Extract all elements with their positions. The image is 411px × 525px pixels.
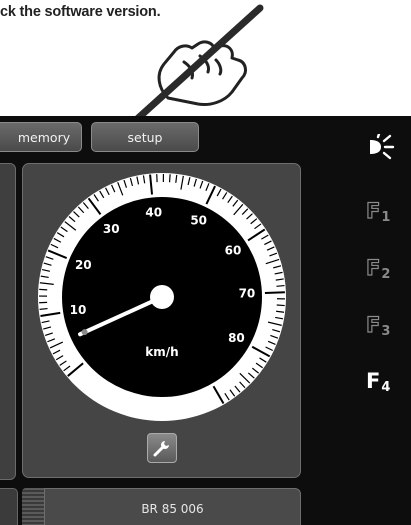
gauge-hub: [150, 285, 174, 309]
gauge-tick: [276, 304, 285, 307]
function-key-f4-letter: F: [366, 369, 381, 393]
gauge-label: 70: [239, 287, 256, 301]
function-key-f3[interactable]: F3: [365, 313, 391, 339]
function-key-f3-letter: F: [365, 313, 381, 337]
device-screen: memory setup 10 20 30 40 50 60 70 80 km/h BR 85…: [0, 116, 411, 525]
left-side-panel: [0, 163, 16, 480]
wrench-icon: [153, 441, 169, 457]
loco-grille-icon: [22, 488, 44, 525]
speedometer-gauge: 10 20 30 40 50 60 70 80 km/h: [38, 173, 286, 421]
gauge-label: 80: [228, 331, 245, 345]
settings-button[interactable]: [147, 433, 177, 463]
hand-pen-icon: [132, 4, 264, 120]
gauge-label: 50: [190, 213, 207, 227]
speedometer-panel: 10 20 30 40 50 60 70 80 km/h: [22, 163, 301, 478]
gauge-label: 20: [75, 258, 92, 272]
loco-name-bar[interactable]: BR 85 006: [44, 488, 301, 525]
gauge-tick: [39, 307, 48, 310]
tab-memory-label: memory: [17, 129, 71, 145]
gauge-label: 30: [103, 222, 120, 236]
gauge-tick: [168, 174, 171, 183]
function-key-f3-number: 3: [381, 324, 391, 339]
gauge-label: 40: [145, 205, 162, 219]
tab-setup-label: setup: [127, 129, 163, 145]
function-key-f1[interactable]: F1: [365, 199, 391, 225]
tab-setup[interactable]: setup: [91, 122, 199, 152]
tab-memory[interactable]: memory: [0, 122, 82, 152]
gauge-label: 60: [225, 243, 242, 257]
gauge-unit-label: km/h: [145, 345, 178, 359]
gauge-label: 10: [70, 303, 87, 317]
function-key-f1-letter: F: [365, 199, 381, 223]
bottom-left-panel: [0, 488, 18, 525]
loco-name: BR 85 006: [141, 502, 204, 516]
function-key-f4[interactable]: F4: [366, 369, 391, 395]
function-key-f2[interactable]: F2: [365, 256, 391, 282]
gauge-tick: [264, 291, 285, 295]
headlight-icon[interactable]: [368, 134, 396, 160]
function-key-f4-number: 4: [381, 380, 391, 395]
function-key-f2-letter: F: [365, 256, 381, 280]
gauge-tick: [276, 284, 285, 287]
gauge-needle-tip: [81, 329, 88, 336]
function-key-f1-number: 1: [381, 210, 391, 225]
function-key-sidebar: F1 F2 F3 F4: [354, 116, 411, 525]
function-key-f2-number: 2: [381, 267, 391, 282]
